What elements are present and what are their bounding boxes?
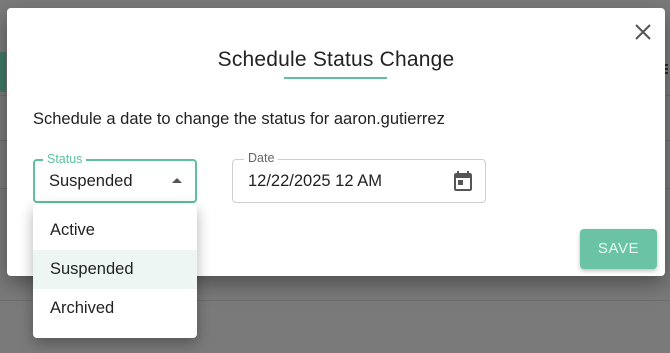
background-accent [0, 52, 6, 92]
status-dropdown-menu: Active Suspended Archived [33, 204, 197, 338]
status-select[interactable]: Status Suspended [33, 152, 197, 203]
date-picker[interactable]: Date 12/22/2025 12 AM [232, 151, 486, 203]
dialog-title: Schedule Status Change [217, 48, 455, 71]
dialog-description: Schedule a date to change the status for… [33, 110, 445, 128]
close-icon [635, 24, 651, 40]
save-button[interactable]: SAVE [580, 229, 657, 269]
status-option-archived[interactable]: Archived [33, 289, 197, 328]
calendar-icon[interactable] [451, 169, 475, 193]
status-option-active[interactable]: Active [33, 211, 197, 250]
status-option-suspended[interactable]: Suspended [33, 250, 197, 289]
close-button[interactable] [631, 20, 655, 44]
date-label: Date [244, 151, 279, 165]
status-label: Status [43, 152, 87, 166]
arrow-up-icon [172, 178, 182, 183]
date-value[interactable]: 12/22/2025 12 AM [248, 172, 382, 191]
status-value: Suspended [49, 172, 133, 190]
title-underline [284, 77, 387, 79]
